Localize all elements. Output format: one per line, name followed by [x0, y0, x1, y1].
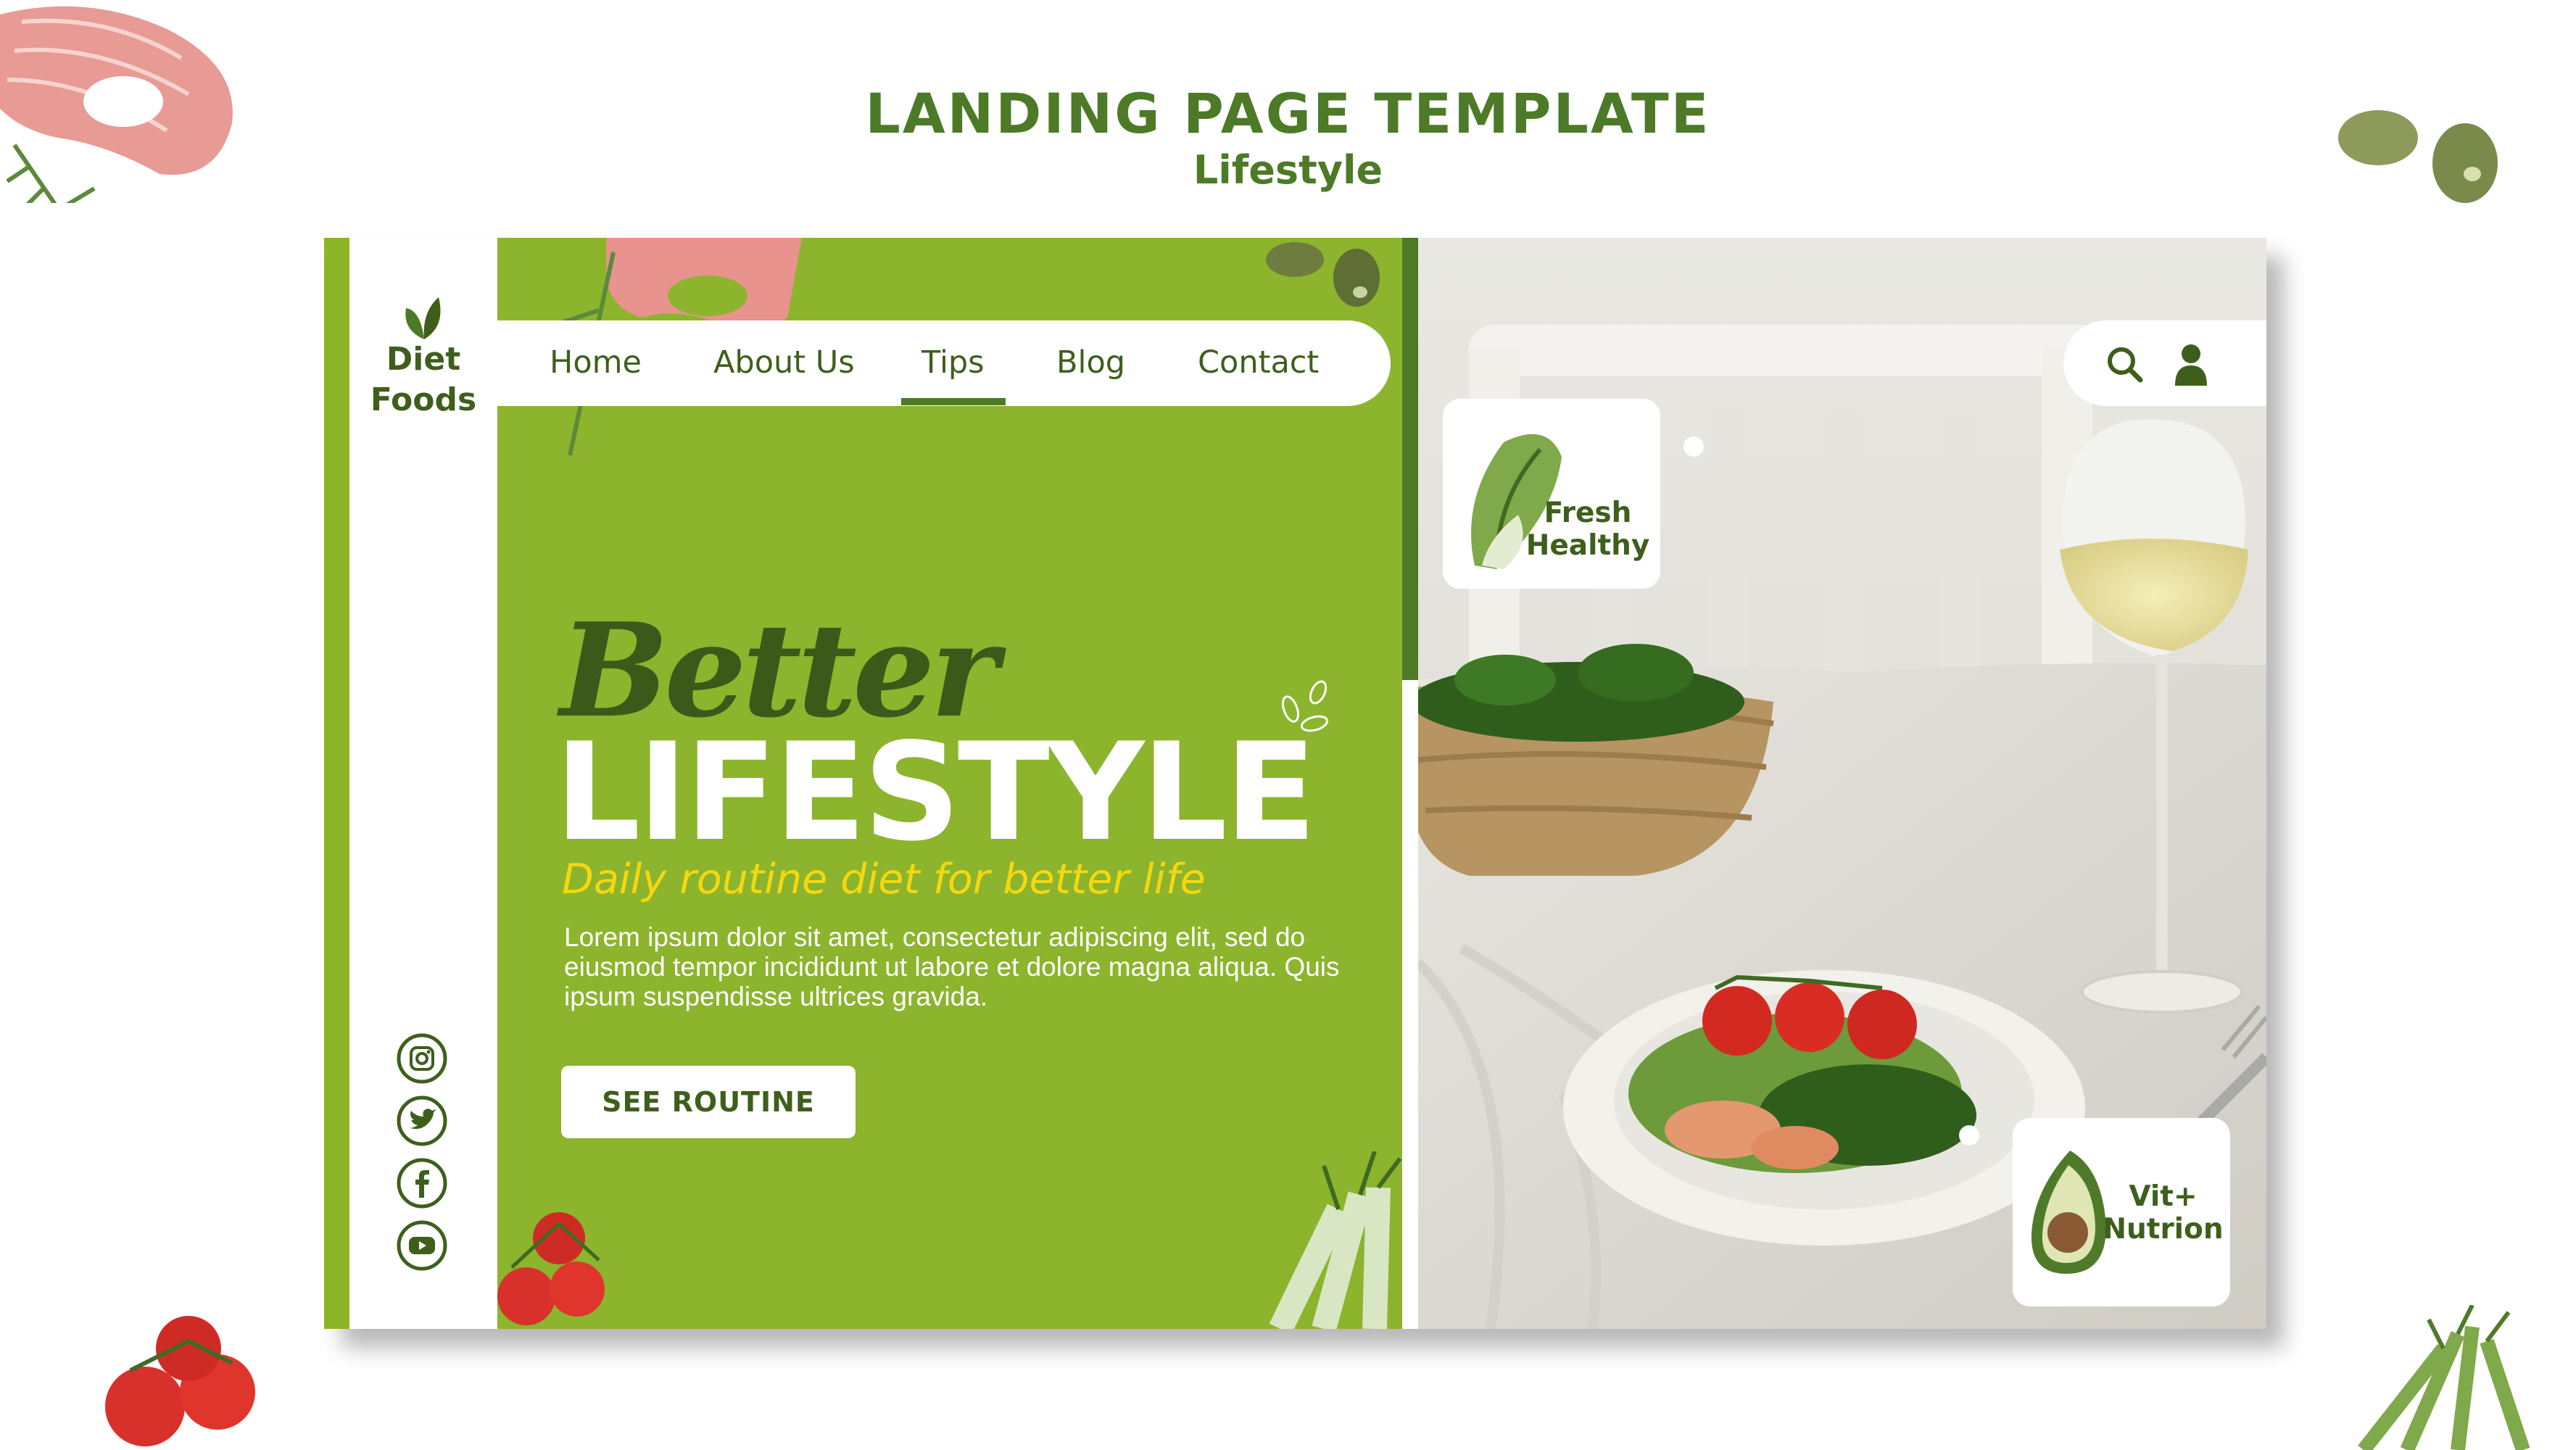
hero-body-text: Lorem ipsum dolor sit amet, consectetur …: [564, 922, 1340, 1011]
hero-headline: LIFESTYLE: [555, 713, 1317, 871]
badge-vit-line1: Vit+: [2129, 1180, 2198, 1213]
see-routine-button[interactable]: SEE ROUTINE: [561, 1066, 856, 1138]
brand-name-line2: Foods: [370, 381, 477, 418]
salmon-decoration-icon: [0, 6, 233, 203]
vit-nutrion-badge[interactable]: Vit+ Nutrion: [2013, 1118, 2230, 1306]
nav-item-home[interactable]: Home: [550, 341, 642, 384]
brand-name-line1: Diet: [386, 341, 461, 378]
panel-divider-dark: [1402, 238, 1418, 680]
olives-illustration-icon: [1266, 242, 1380, 307]
nav-item-blog[interactable]: Blog: [1056, 341, 1125, 384]
side-accent-stripe: [324, 238, 349, 1329]
active-tab-indicator: [901, 398, 1006, 405]
youtube-icon[interactable]: [396, 1219, 448, 1272]
nav-item-about-us[interactable]: About Us: [713, 341, 855, 384]
hotspot-dot[interactable]: [1683, 436, 1704, 457]
search-icon[interactable]: [2105, 345, 2145, 384]
tomato-decoration-icon: [105, 1316, 255, 1446]
tomato-illustration-icon: [497, 1212, 605, 1325]
user-icon[interactable]: [2172, 342, 2210, 386]
badge-fresh-line1: Fresh: [1544, 497, 1632, 529]
brand-name[interactable]: Diet Foods: [355, 339, 492, 420]
instagram-icon[interactable]: [396, 1032, 448, 1085]
badge-vit-text: Vit+ Nutrion: [2100, 1180, 2227, 1246]
hero-tagline: Daily routine diet for better life: [562, 856, 1206, 903]
badge-fresh-line2: Healthy: [1525, 529, 1650, 562]
twitter-icon[interactable]: [396, 1095, 448, 1147]
panel-divider-light: [1402, 680, 1418, 1329]
leaf-icon[interactable]: [399, 290, 450, 341]
fennel-illustration-icon: [1269, 1151, 1402, 1329]
fresh-healthy-badge[interactable]: Fresh Healthy: [1443, 399, 1660, 589]
nav-item-contact[interactable]: Contact: [1198, 341, 1319, 384]
hotspot-dot[interactable]: [1959, 1125, 1979, 1146]
main-nav: Home About Us Tips Blog Contact: [497, 320, 1391, 406]
facebook-icon[interactable]: [396, 1157, 448, 1209]
utility-bar: [2063, 320, 2266, 406]
badge-fresh-text: Fresh Healthy: [1523, 497, 1653, 562]
olives-decoration-icon: [2338, 110, 2498, 203]
nav-item-tips[interactable]: Tips: [922, 341, 985, 384]
badge-vit-line2: Nutrion: [2103, 1213, 2224, 1246]
page-title: LANDING PAGE TEMPLATE: [865, 81, 1711, 146]
page-subtitle: Lifestyle: [1193, 147, 1383, 193]
fennel-decoration-icon: [2358, 1305, 2530, 1450]
